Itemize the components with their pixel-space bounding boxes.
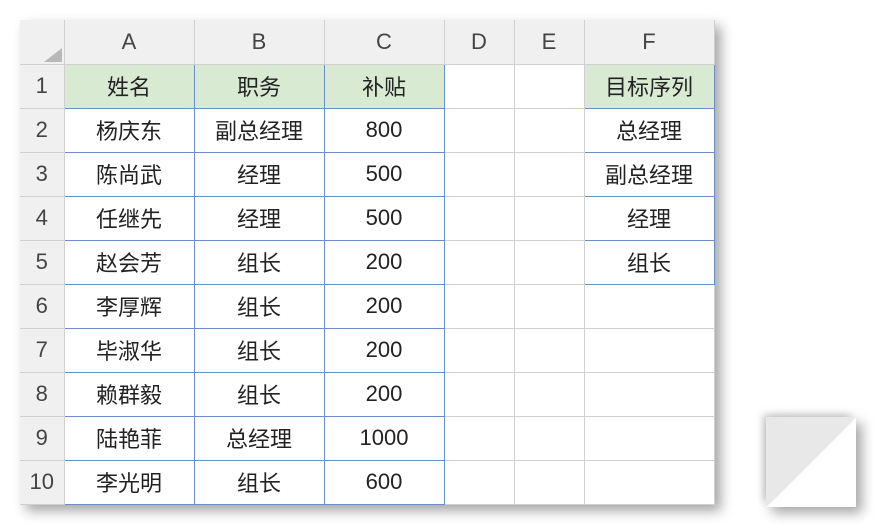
row-header-5[interactable]: 5 — [20, 240, 64, 284]
row-header-2[interactable]: 2 — [20, 108, 64, 152]
select-all-corner[interactable] — [20, 20, 64, 64]
col-header-C[interactable]: C — [324, 20, 444, 64]
cell-A7[interactable]: 毕淑华 — [64, 328, 194, 372]
cell-D10[interactable] — [444, 460, 514, 504]
col-header-D[interactable]: D — [444, 20, 514, 64]
row-header-9[interactable]: 9 — [20, 416, 64, 460]
cell-F5[interactable]: 组长 — [584, 240, 714, 284]
cell-F7[interactable] — [584, 328, 714, 372]
cell-E8[interactable] — [514, 372, 584, 416]
cell-E5[interactable] — [514, 240, 584, 284]
cell-E10[interactable] — [514, 460, 584, 504]
cell-C7[interactable]: 200 — [324, 328, 444, 372]
cell-F2[interactable]: 总经理 — [584, 108, 714, 152]
col-header-F[interactable]: F — [584, 20, 714, 64]
cell-A2[interactable]: 杨庆东 — [64, 108, 194, 152]
cell-A8[interactable]: 赖群毅 — [64, 372, 194, 416]
cell-B9[interactable]: 总经理 — [194, 416, 324, 460]
cell-B7[interactable]: 组长 — [194, 328, 324, 372]
cell-A3[interactable]: 陈尚武 — [64, 152, 194, 196]
col-header-B[interactable]: B — [194, 20, 324, 64]
cell-D5[interactable] — [444, 240, 514, 284]
cell-C2[interactable]: 800 — [324, 108, 444, 152]
cell-A10[interactable]: 李光明 — [64, 460, 194, 504]
cell-B5[interactable]: 组长 — [194, 240, 324, 284]
cell-C6[interactable]: 200 — [324, 284, 444, 328]
row-header-10[interactable]: 10 — [20, 460, 64, 504]
cell-D9[interactable] — [444, 416, 514, 460]
cell-A5[interactable]: 赵会芳 — [64, 240, 194, 284]
cell-D4[interactable] — [444, 196, 514, 240]
cell-D6[interactable] — [444, 284, 514, 328]
cell-E6[interactable] — [514, 284, 584, 328]
cell-D3[interactable] — [444, 152, 514, 196]
cell-F4[interactable]: 经理 — [584, 196, 714, 240]
row-header-7[interactable]: 7 — [20, 328, 64, 372]
cell-C10[interactable]: 600 — [324, 460, 444, 504]
cell-C3[interactable]: 500 — [324, 152, 444, 196]
cell-C1[interactable]: 补贴 — [324, 64, 444, 108]
cell-C8[interactable]: 200 — [324, 372, 444, 416]
spreadsheet: A B C D E F 1 姓名 职务 补贴 目标序列 2 杨庆东 副总经理 8… — [20, 20, 854, 505]
row-header-3[interactable]: 3 — [20, 152, 64, 196]
cell-E1[interactable] — [514, 64, 584, 108]
row-header-4[interactable]: 4 — [20, 196, 64, 240]
cell-C4[interactable]: 500 — [324, 196, 444, 240]
cell-F8[interactable] — [584, 372, 714, 416]
cell-E7[interactable] — [514, 328, 584, 372]
cell-B10[interactable]: 组长 — [194, 460, 324, 504]
cell-C5[interactable]: 200 — [324, 240, 444, 284]
cell-D2[interactable] — [444, 108, 514, 152]
grid[interactable]: A B C D E F 1 姓名 职务 补贴 目标序列 2 杨庆东 副总经理 8… — [20, 20, 715, 505]
cell-B2[interactable]: 副总经理 — [194, 108, 324, 152]
cell-A6[interactable]: 李厚辉 — [64, 284, 194, 328]
row-header-8[interactable]: 8 — [20, 372, 64, 416]
col-header-A[interactable]: A — [64, 20, 194, 64]
cell-F3[interactable]: 副总经理 — [584, 152, 714, 196]
row-header-6[interactable]: 6 — [20, 284, 64, 328]
cell-E4[interactable] — [514, 196, 584, 240]
cell-F1[interactable]: 目标序列 — [584, 64, 714, 108]
cell-A4[interactable]: 任继先 — [64, 196, 194, 240]
cell-B8[interactable]: 组长 — [194, 372, 324, 416]
cell-F9[interactable] — [584, 416, 714, 460]
cell-F10[interactable] — [584, 460, 714, 504]
cell-D1[interactable] — [444, 64, 514, 108]
cell-B3[interactable]: 经理 — [194, 152, 324, 196]
cell-C9[interactable]: 1000 — [324, 416, 444, 460]
cell-B6[interactable]: 组长 — [194, 284, 324, 328]
cell-D8[interactable] — [444, 372, 514, 416]
cell-F6[interactable] — [584, 284, 714, 328]
cell-B4[interactable]: 经理 — [194, 196, 324, 240]
cell-E2[interactable] — [514, 108, 584, 152]
cell-D7[interactable] — [444, 328, 514, 372]
page-curl-icon — [766, 417, 856, 507]
row-header-1[interactable]: 1 — [20, 64, 64, 108]
cell-A1[interactable]: 姓名 — [64, 64, 194, 108]
cell-A9[interactable]: 陆艳菲 — [64, 416, 194, 460]
cell-B1[interactable]: 职务 — [194, 64, 324, 108]
cell-E9[interactable] — [514, 416, 584, 460]
col-header-E[interactable]: E — [514, 20, 584, 64]
cell-E3[interactable] — [514, 152, 584, 196]
